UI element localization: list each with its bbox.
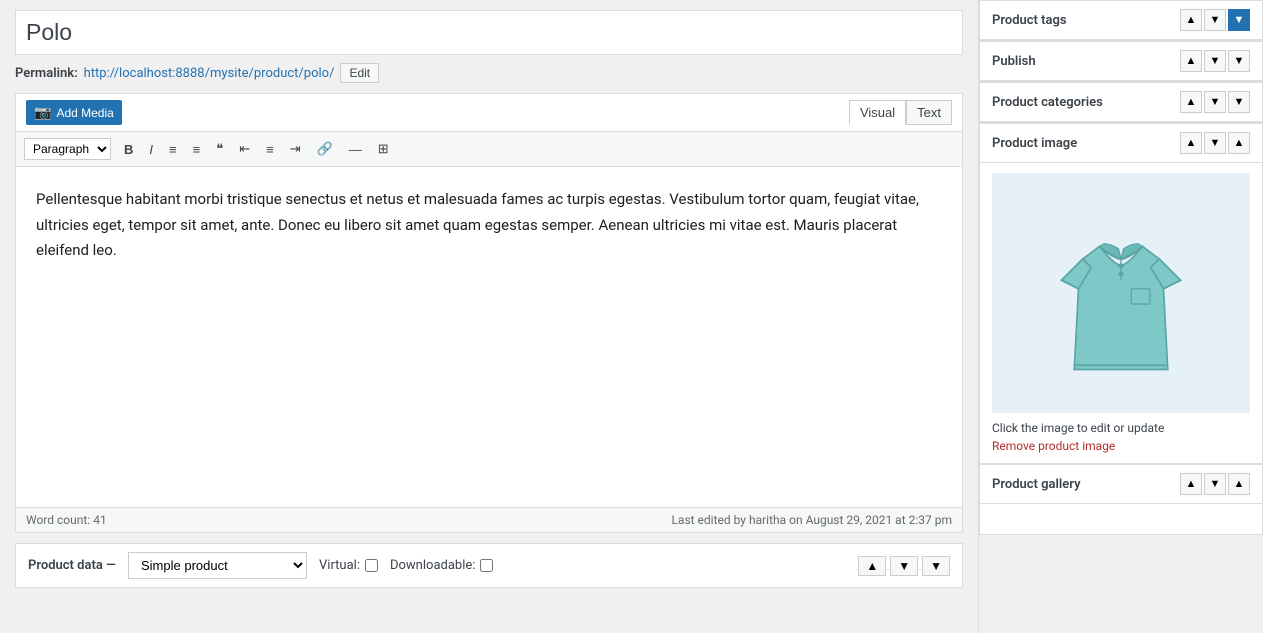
product-tags-panel: Product tags ▲ ▼ ▼ (979, 0, 1263, 41)
main-content: Permalink: http://localhost:8888/mysite/… (0, 0, 978, 633)
permalink-edit-button[interactable]: Edit (340, 63, 379, 83)
product-tags-toggle-btn[interactable]: ▼ (1228, 9, 1250, 31)
product-data-arrow-controls: ▲ ▼ ▼ (858, 556, 950, 576)
publish-down-btn[interactable]: ▼ (1204, 50, 1226, 72)
product-categories-header[interactable]: Product categories ▲ ▼ ▼ (980, 83, 1262, 122)
product-image-controls: ▲ ▼ ▲ (1180, 132, 1250, 154)
virtual-label: Virtual: (319, 558, 360, 573)
visual-text-tabs: Visual Text (849, 100, 952, 125)
product-data-label: Product data — (28, 558, 116, 573)
link-button[interactable]: 🔗 (310, 137, 340, 161)
product-image-body: Click the image to edit or update Remove… (980, 163, 1262, 463)
product-image-panel: Product image ▲ ▼ ▲ (979, 123, 1263, 464)
product-categories-title: Product categories (992, 95, 1103, 110)
product-tags-header[interactable]: Product tags ▲ ▼ ▼ (980, 1, 1262, 40)
editor-body[interactable]: Pellentesque habitant morbi tristique se… (16, 167, 962, 507)
italic-button[interactable]: I (142, 138, 160, 161)
product-gallery-controls: ▲ ▼ ▲ (1180, 473, 1250, 495)
editor-top-toolbar: 📷 Add Media Visual Text (16, 94, 962, 132)
post-title-input[interactable] (15, 10, 963, 55)
editor-content: Pellentesque habitant morbi tristique se… (36, 187, 942, 264)
blockquote-button[interactable]: ❝ (209, 137, 230, 161)
image-down-btn[interactable]: ▼ (1204, 132, 1226, 154)
publish-title: Publish (992, 54, 1036, 69)
product-data-bar: Product data — Simple product Variable p… (15, 543, 963, 588)
product-image-container[interactable] (992, 173, 1250, 413)
product-tags-controls: ▲ ▼ ▼ (1180, 9, 1250, 31)
product-image-header[interactable]: Product image ▲ ▼ ▲ (980, 124, 1262, 163)
product-tags-up-btn[interactable]: ▲ (1180, 9, 1202, 31)
gallery-up-btn[interactable]: ▲ (1180, 473, 1202, 495)
add-media-button[interactable]: 📷 Add Media (26, 100, 122, 125)
unordered-list-button[interactable]: ≡ (162, 138, 184, 161)
image-click-text: Click the image to edit or update (992, 421, 1250, 435)
permalink-bar: Permalink: http://localhost:8888/mysite/… (15, 63, 963, 83)
categories-toggle-btn[interactable]: ▼ (1228, 91, 1250, 113)
remove-product-image-link[interactable]: Remove product image (992, 439, 1115, 453)
gallery-toggle-btn[interactable]: ▲ (1228, 473, 1250, 495)
image-up-btn[interactable]: ▲ (1180, 132, 1202, 154)
publish-up-btn[interactable]: ▲ (1180, 50, 1202, 72)
table-button[interactable]: ⊞ (371, 137, 396, 161)
product-gallery-panel: Product gallery ▲ ▼ ▲ (979, 464, 1263, 535)
word-count: Word count: 41 (26, 513, 107, 527)
product-data-up-button[interactable]: ▲ (858, 556, 886, 576)
categories-up-btn[interactable]: ▲ (1180, 91, 1202, 113)
horizontal-rule-button[interactable]: ― (342, 138, 369, 161)
gallery-down-btn[interactable]: ▼ (1204, 473, 1226, 495)
format-toolbar: Paragraph Heading 1 Heading 2 Heading 3 … (16, 132, 962, 167)
add-media-icon: 📷 (34, 104, 51, 121)
product-tags-down-btn[interactable]: ▼ (1204, 9, 1226, 31)
product-gallery-title: Product gallery (992, 477, 1081, 492)
product-data-toggle-button[interactable]: ▼ (922, 556, 950, 576)
permalink-label: Permalink: (15, 66, 78, 81)
align-left-button[interactable]: ⇤ (232, 137, 257, 161)
align-right-button[interactable]: ⇥ (283, 137, 308, 161)
paragraph-select[interactable]: Paragraph Heading 1 Heading 2 Heading 3 (24, 138, 111, 160)
virtual-checkbox[interactable] (365, 559, 378, 572)
product-gallery-body (980, 504, 1262, 534)
bold-button[interactable]: B (117, 138, 140, 161)
add-media-label: Add Media (56, 106, 113, 120)
align-center-button[interactable]: ≡ (259, 138, 281, 161)
downloadable-checkbox[interactable] (480, 559, 493, 572)
product-categories-panel: Product categories ▲ ▼ ▼ (979, 82, 1263, 123)
product-categories-controls: ▲ ▼ ▼ (1180, 91, 1250, 113)
sidebar: Product tags ▲ ▼ ▼ Publish ▲ ▼ ▼ Product… (978, 0, 1263, 633)
last-edited-text: Last edited by haritha on August 29, 202… (671, 513, 952, 527)
text-tab[interactable]: Text (906, 100, 952, 125)
permalink-url[interactable]: http://localhost:8888/mysite/product/pol… (84, 66, 335, 81)
publish-toggle-btn[interactable]: ▼ (1228, 50, 1250, 72)
product-image-title: Product image (992, 136, 1077, 151)
product-gallery-header[interactable]: Product gallery ▲ ▼ ▲ (980, 465, 1262, 504)
polo-shirt-image (1036, 193, 1206, 393)
editor-container: 📷 Add Media Visual Text Paragraph Headin… (15, 93, 963, 533)
publish-header[interactable]: Publish ▲ ▼ ▼ (980, 42, 1262, 81)
virtual-group: Virtual: (319, 558, 378, 573)
publish-controls: ▲ ▼ ▼ (1180, 50, 1250, 72)
image-toggle-btn[interactable]: ▲ (1228, 132, 1250, 154)
product-data-down-button[interactable]: ▼ (890, 556, 918, 576)
categories-down-btn[interactable]: ▼ (1204, 91, 1226, 113)
ordered-list-button[interactable]: ≡ (186, 138, 208, 161)
publish-panel: Publish ▲ ▼ ▼ (979, 41, 1263, 82)
downloadable-group: Downloadable: (390, 558, 493, 573)
visual-tab[interactable]: Visual (849, 100, 906, 125)
product-type-select[interactable]: Simple product Variable product Grouped … (128, 552, 307, 579)
product-tags-title: Product tags (992, 13, 1067, 28)
image-actions: Click the image to edit or update Remove… (992, 421, 1250, 453)
editor-statusbar: Word count: 41 Last edited by haritha on… (16, 507, 962, 532)
downloadable-label: Downloadable: (390, 558, 475, 573)
